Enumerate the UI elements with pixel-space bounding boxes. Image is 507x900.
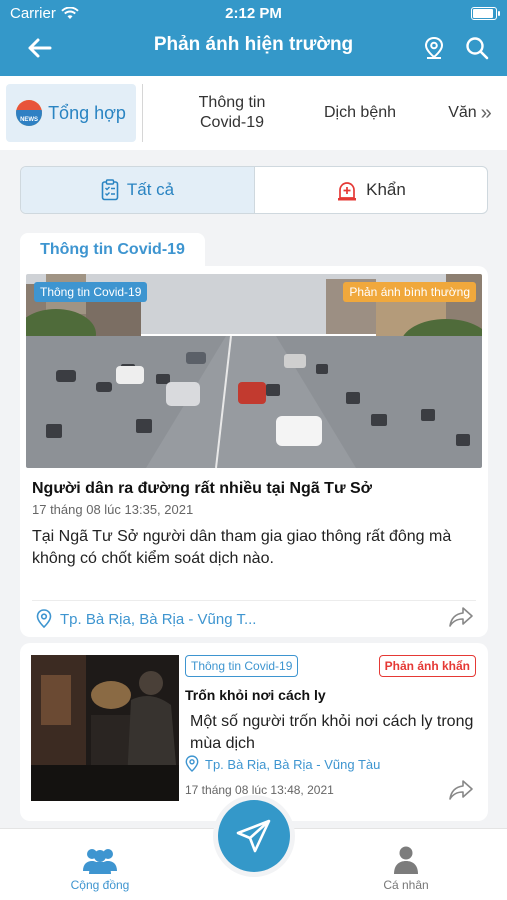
tab-label-line1: Thông tin [198,94,266,111]
post-location-label: Tp. Bà Rịa, Bà Rịa - Vũng Tàu [205,756,381,772]
post-description: Tại Ngã Tư Sở người dân tham gia giao th… [32,528,452,567]
tab-label: Tổng hợp [48,103,126,123]
nav-personal[interactable]: Cá nhân [346,845,466,892]
send-report-button[interactable] [218,800,290,872]
post-date: 17 tháng 08 lúc 13:35, 2021 [32,502,194,517]
report-type-badge: Phản ánh khẩn [378,655,476,677]
post-description: Một số người trốn khỏi nơi cách ly trong… [190,713,474,752]
status-bar: Carrier 2:12 PM [0,0,507,28]
divider [32,600,476,601]
tab-tong-hop[interactable]: NEWS Tổng hợp [6,84,136,142]
tab-label-line2: Covid-19 [199,114,265,131]
post-location-label: Tp. Bà Rịa, Bà Rịa - Vũng T... [60,610,257,628]
post-card[interactable]: Thông tin Covid-19 Phản ánh khẩn Trốn kh… [20,643,488,821]
nav-community-label: Cộng đồng [70,878,130,892]
more-tabs-icon: » [480,102,492,124]
tab-dich-benh[interactable]: Dịch bệnh [310,76,410,150]
category-badge: Thông tin Covid-19 [34,282,148,302]
search-icon [466,37,489,60]
tab-label: Văn [448,104,477,121]
filter-segmented-control: Tất cả Khẩn [20,166,488,214]
location-pin-icon [424,36,444,59]
post-photo: Thông tin Covid-19 Phản ánh bình thường [26,274,482,468]
post-card[interactable]: Thông tin Covid-19 Phản ánh bình thường … [20,266,488,637]
post-title: Người dân ra đường rất nhiều tại Ngã Tư … [32,480,373,497]
person-icon [394,846,418,874]
tab-label: Dịch bệnh [323,104,397,121]
location-pin-icon [185,755,199,772]
news-icon: NEWS [16,100,43,126]
filter-urgent-button[interactable]: Khẩn [255,167,487,213]
share-icon [449,780,473,800]
post-photo [31,655,179,801]
app-header: Carrier 2:12 PM Phản ánh hiện trường [0,0,507,76]
search-button[interactable] [461,32,493,64]
tab-van[interactable]: Văn » [440,76,500,150]
nav-personal-label: Cá nhân [383,878,429,892]
battery-icon [471,7,500,20]
location-button[interactable] [419,32,449,64]
clipboard-check-icon [101,179,119,201]
location-pin-icon [36,609,52,629]
nav-row: Phản ánh hiện trường [0,28,507,68]
post-title: Trốn khỏi nơi cách ly [185,687,326,703]
share-button[interactable] [448,606,474,633]
siren-icon [338,182,357,201]
community-icon [83,849,117,874]
clock: 2:12 PM [225,5,282,22]
category-tab-bar: NEWS Tổng hợp Thông tin Covid-19 Dịch bệ… [0,76,507,150]
share-button[interactable] [448,779,474,806]
filter-all-label: Tất cả [126,180,175,199]
paper-plane-icon [236,819,271,853]
report-type-badge: Phản ánh bình thường [343,282,476,302]
filter-urgent-label: Khẩn [366,180,406,199]
post-date: 17 tháng 08 lúc 13:48, 2021 [185,783,334,797]
nav-community[interactable]: Cộng đồng [40,845,160,892]
tab-divider [142,84,143,142]
filter-all-button[interactable]: Tất cả [21,167,255,213]
share-icon [449,607,473,627]
tab-covid-info[interactable]: Thông tin Covid-19 [170,76,294,150]
post-location[interactable]: Tp. Bà Rịa, Bà Rịa - Vũng T... [36,609,256,629]
section-label: Thông tin Covid-19 [20,233,205,267]
category-badge: Thông tin Covid-19 [185,655,299,677]
post-location[interactable]: Tp. Bà Rịa, Bà Rịa - Vũng Tàu [185,755,380,773]
